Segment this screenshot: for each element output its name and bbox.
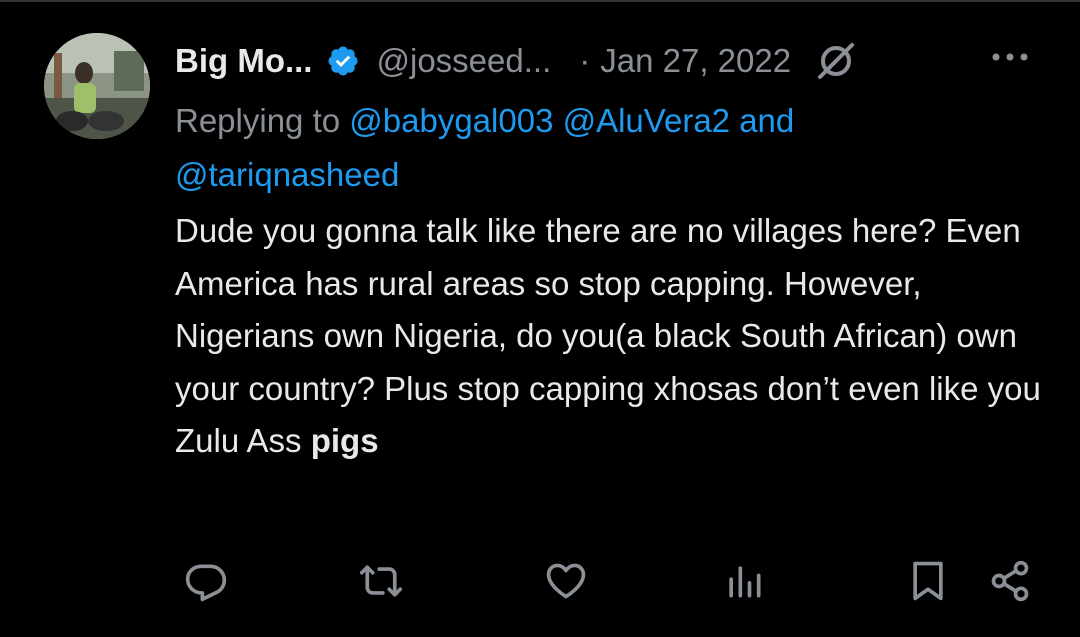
replying-prefix: Replying to bbox=[175, 102, 350, 139]
grok-icon[interactable] bbox=[815, 40, 857, 82]
mention-and[interactable]: and bbox=[730, 102, 794, 139]
reply-icon[interactable] bbox=[180, 555, 232, 607]
more-options-icon[interactable] bbox=[990, 42, 1030, 72]
mention-link[interactable]: @AluVera2 bbox=[563, 102, 730, 139]
action-bar bbox=[0, 555, 1080, 615]
retweet-icon[interactable] bbox=[355, 555, 407, 607]
author-handle[interactable]: @josseed... bbox=[376, 42, 551, 80]
bookmark-icon[interactable] bbox=[902, 555, 954, 607]
avatar[interactable] bbox=[44, 33, 150, 139]
author-name[interactable]: Big Mo... bbox=[175, 42, 312, 80]
avatar-image bbox=[44, 33, 150, 139]
like-icon[interactable] bbox=[540, 555, 592, 607]
replying-to: Replying to @babygal003 @AluVera2 and @ta… bbox=[175, 94, 1035, 202]
mention-link[interactable]: @tariqnasheed bbox=[175, 156, 399, 193]
tweet-text: Dude you gonna talk like there are no vi… bbox=[175, 205, 1055, 468]
views-icon[interactable] bbox=[718, 555, 770, 607]
separator-dot: · bbox=[579, 42, 591, 79]
mention-link[interactable]: @babygal003 bbox=[349, 102, 553, 139]
top-divider bbox=[0, 0, 1080, 2]
verified-badge-icon bbox=[326, 44, 360, 78]
tweet-text-bold: pigs bbox=[310, 422, 379, 459]
share-icon[interactable] bbox=[984, 555, 1036, 607]
tweet-header: Big Mo... @josseed... · Jan 27, 2022 bbox=[175, 36, 857, 86]
tweet-text-plain: Dude you gonna talk like there are no vi… bbox=[175, 212, 1041, 459]
tweet-date[interactable]: Jan 27, 2022 bbox=[600, 42, 791, 80]
